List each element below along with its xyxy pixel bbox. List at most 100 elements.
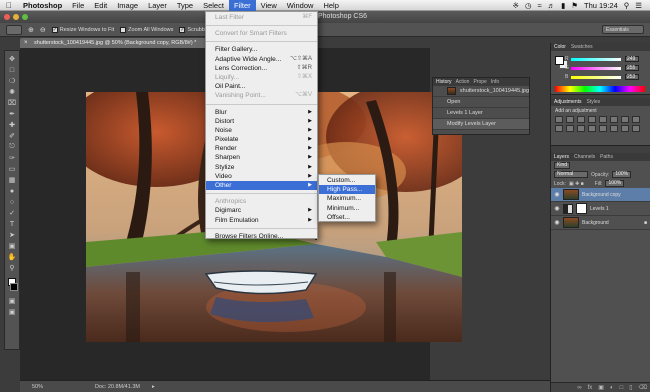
path-selection-tool-icon[interactable]: ➤ [7, 230, 18, 240]
menu-item-pixelate[interactable]: Pixelate ▶ [206, 135, 317, 144]
menu-item-film-emulation[interactable]: Film Emulation ▶ [206, 216, 317, 225]
lasso-tool-icon[interactable]: ❍ [7, 76, 18, 86]
menu-item-render[interactable]: Render ▶ [206, 144, 317, 153]
link-layers-icon[interactable]: ∞ [577, 385, 581, 391]
menu-select[interactable]: Select [198, 0, 229, 11]
submenu-item-custom[interactable]: Custom... [319, 176, 375, 185]
type-tool-icon[interactable]: T [7, 219, 18, 229]
lock-icons[interactable]: ▣ ✚ ■ [569, 181, 584, 187]
tab-color[interactable]: Color [554, 43, 566, 51]
menu-file[interactable]: File [67, 0, 89, 11]
zoom-out-icon[interactable]: ⊖ [40, 26, 46, 34]
delete-layer-icon[interactable]: ⌫ [639, 384, 647, 391]
blur-tool-icon[interactable]: ● [7, 186, 18, 196]
gradient-map-icon[interactable] [621, 125, 629, 132]
layer-row[interactable]: ◉ Background copy [551, 188, 650, 202]
history-brush-tool-icon[interactable]: ✑ [7, 153, 18, 163]
zoom-all-windows-checkbox[interactable]: Zoom All Windows [120, 26, 173, 33]
tab-paths[interactable]: Paths [600, 153, 613, 161]
menu-item-distort[interactable]: Distort ▶ [206, 117, 317, 126]
tab-swatches[interactable]: Swatches [571, 43, 593, 51]
quick-mask-icon[interactable]: ▣ [7, 296, 18, 306]
history-state[interactable]: Levels 1 Layer [433, 108, 529, 119]
marquee-tool-icon[interactable]: □ [7, 65, 18, 75]
screen-mode-icon[interactable]: ▣ [7, 307, 18, 317]
submenu-item-minimum[interactable]: Minimum... [319, 204, 375, 213]
history-snapshot[interactable]: shutterstock_100419445.jpg [433, 86, 529, 97]
layer-kind-filter[interactable]: Kind [554, 162, 571, 169]
clock-icon[interactable]: ◷ [525, 0, 532, 11]
new-adjustment-icon[interactable]: ◐ [610, 385, 614, 391]
layer-row[interactable]: ◉ Background ■ [551, 216, 650, 230]
opacity-input[interactable]: 100% [612, 171, 632, 178]
zoom-in-icon[interactable]: ⊕ [28, 26, 34, 34]
menu-item-filter-gallery[interactable]: Filter Gallery... [206, 45, 317, 54]
tab-history[interactable]: History [436, 78, 452, 86]
new-layer-icon[interactable]: ▯ [629, 384, 632, 391]
status-menu-arrow-icon[interactable]: ▸ [152, 384, 155, 390]
wifi-icon[interactable]: ≈ [537, 0, 541, 11]
eraser-tool-icon[interactable]: ▭ [7, 164, 18, 174]
new-group-icon[interactable]: □ [620, 385, 624, 391]
menu-item-other[interactable]: Other ▶ [206, 181, 317, 191]
menu-item-liquify[interactable]: Liquify... ⇧⌘X [206, 73, 317, 82]
menu-type[interactable]: Type [172, 0, 198, 11]
history-state[interactable]: Open [433, 97, 529, 108]
menu-item-blur[interactable]: Blur ▶ [206, 108, 317, 117]
menu-filter[interactable]: Filter [228, 0, 256, 11]
zoom-level[interactable]: 50% [32, 384, 43, 390]
menu-help[interactable]: Help [318, 0, 343, 11]
posterize-icon[interactable] [599, 125, 607, 132]
menu-view[interactable]: View [256, 0, 282, 11]
fill-input[interactable]: 100% [605, 180, 625, 187]
menu-app-photoshop[interactable]: Photoshop [18, 0, 67, 11]
menu-item-vanishing-point[interactable]: Vanishing Point... ⌥⌘V [206, 91, 317, 100]
menu-item-noise[interactable]: Noise ▶ [206, 126, 317, 135]
color-balance-icon[interactable] [621, 116, 629, 123]
layer-row[interactable]: ◉ Levels 1 [551, 202, 650, 216]
menu-item-last-filter[interactable]: Last Filter ⌘F [206, 13, 317, 22]
quick-select-tool-icon[interactable]: ✺ [7, 87, 18, 97]
menu-image[interactable]: Image [112, 0, 143, 11]
visibility-eye-icon[interactable]: ◉ [554, 219, 560, 226]
menu-item-video[interactable]: Video ▶ [206, 172, 317, 181]
levels-icon[interactable] [566, 116, 574, 123]
blue-value-input[interactable]: 253 [625, 74, 639, 80]
layer-style-icon[interactable]: fx [588, 385, 593, 391]
threshold-icon[interactable] [610, 125, 618, 132]
hue-saturation-icon[interactable] [610, 116, 618, 123]
green-slider[interactable] [571, 67, 621, 70]
selective-color-icon[interactable] [632, 125, 640, 132]
clock-time[interactable]: Thu 19:24 [584, 0, 618, 11]
shape-tool-icon[interactable]: ▣ [7, 241, 18, 251]
bluetooth-icon[interactable]: ※ [513, 0, 519, 11]
color-lookup-icon[interactable] [577, 125, 585, 132]
submenu-item-high-pass[interactable]: High Pass... [319, 185, 375, 195]
curves-icon[interactable] [577, 116, 585, 123]
visibility-eye-icon[interactable]: ◉ [554, 205, 560, 212]
menu-edit[interactable]: Edit [89, 0, 112, 11]
vibrance-icon[interactable] [599, 116, 607, 123]
tab-styles[interactable]: Styles [587, 98, 601, 106]
menu-item-adaptive-wide-angle[interactable]: Adaptive Wide Angle... ⌥⇧⌘A [206, 55, 317, 64]
tab-adjustments[interactable]: Adjustments [554, 98, 582, 106]
clone-stamp-tool-icon[interactable]: ⎋ [7, 142, 18, 152]
menu-item-stylize[interactable]: Stylize ▶ [206, 163, 317, 172]
background-color-swatch[interactable] [10, 283, 18, 291]
battery-icon[interactable]: ▮ [561, 0, 565, 11]
healing-brush-tool-icon[interactable]: ✚ [7, 120, 18, 130]
search-icon[interactable]: ⚲ [624, 0, 630, 11]
dodge-tool-icon[interactable]: ○ [7, 197, 18, 207]
tab-actions[interactable]: Action [456, 78, 470, 86]
channel-mixer-icon[interactable] [566, 125, 574, 132]
tab-layers[interactable]: Layers [554, 153, 569, 161]
blend-mode-select[interactable]: Normal [554, 171, 588, 178]
flag-icon[interactable]: ⚑ [571, 0, 578, 11]
resize-windows-checkbox[interactable]: ✓ Resize Windows to Fit [51, 26, 114, 33]
add-mask-icon[interactable]: ▣ [598, 384, 604, 391]
eyedropper-tool-icon[interactable]: ✒ [7, 109, 18, 119]
menu-window[interactable]: Window [282, 0, 319, 11]
submenu-item-offset[interactable]: Offset... [319, 213, 375, 222]
minimize-window-icon[interactable] [13, 14, 19, 20]
color-spectrum-bar[interactable] [555, 86, 645, 92]
